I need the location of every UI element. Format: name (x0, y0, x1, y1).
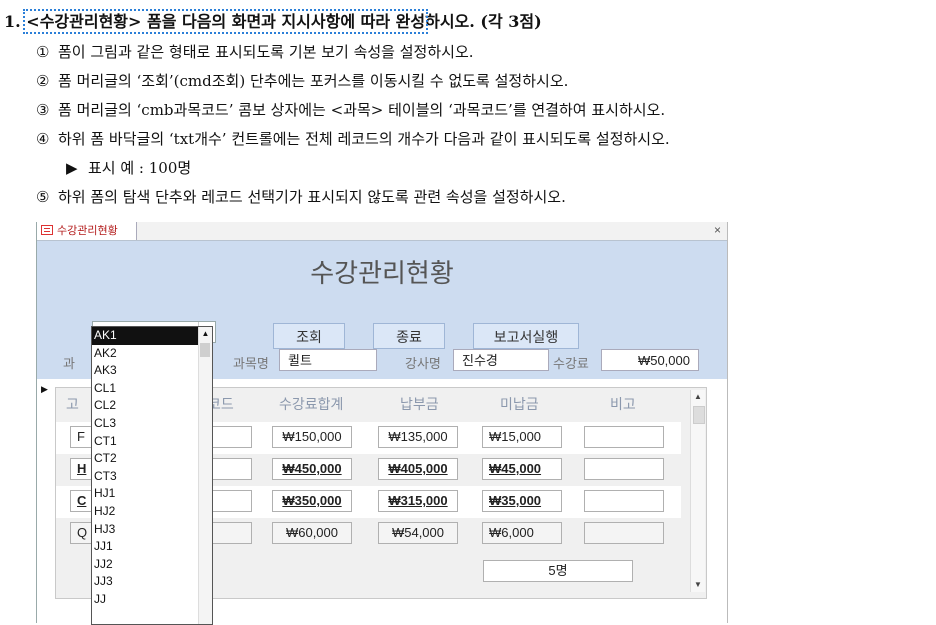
dropdown-option[interactable]: CL2 (92, 397, 212, 415)
instruction-mark: ② (36, 72, 50, 90)
dropdown-option[interactable]: AK1 (92, 327, 212, 345)
note-cell[interactable] (584, 458, 664, 480)
instruction-mark: ⑤ (36, 188, 50, 206)
dropdown-option[interactable]: AK3 (92, 362, 212, 380)
instruction-text: 폼 머리글의 ‘cmb과목코드’ 콤보 상자에는 <과목> 테이블의 ‘과목코드… (58, 101, 666, 119)
form-tab[interactable]: 수강관리현황 (37, 222, 137, 240)
dropdown-option[interactable]: JJ1 (92, 538, 212, 556)
scroll-thumb[interactable] (200, 343, 210, 357)
fee-field[interactable]: ₩50,000 (601, 349, 699, 371)
column-header: 비고 (610, 396, 636, 412)
question-title: 1. <수강관리현황> 폼을 다음의 화면과 지시사항에 따라 완성하시오. (… (4, 8, 542, 34)
scroll-down-icon[interactable]: ▼ (691, 578, 705, 592)
dropdown-option[interactable]: JJ3 (92, 573, 212, 591)
instruction-example: ▶ 표시 예 : 100명 (66, 157, 191, 178)
dropdown-option[interactable]: HJ1 (92, 485, 212, 503)
question-number: 1. (4, 12, 21, 31)
form-tab-label: 수강관리현황 (57, 225, 118, 237)
fee-label: 수강료 (553, 356, 589, 371)
instruction-text: 하위 폼 바닥글의 ‘txt개수’ 컨트롤에는 전체 레코드의 개수가 다음과 … (58, 130, 670, 148)
unpaid-cell[interactable]: ₩6,000 (482, 522, 562, 544)
paid-cell[interactable]: ₩54,000 (378, 522, 458, 544)
dropdown-option[interactable]: CL1 (92, 380, 212, 398)
paid-cell[interactable]: ₩405,000 (378, 458, 458, 480)
total-cell[interactable]: ₩450,000 (272, 458, 352, 480)
scroll-up-icon[interactable]: ▲ (199, 327, 212, 341)
query-button[interactable]: 조회 (273, 323, 345, 349)
scroll-up-icon[interactable]: ▲ (691, 390, 705, 404)
form-name: <수강관리현황> (26, 12, 142, 31)
unpaid-cell[interactable]: ₩45,000 (482, 458, 562, 480)
record-count-field[interactable]: 5명 (483, 560, 633, 582)
code-cell[interactable] (210, 522, 252, 544)
instruction-mark: ① (36, 43, 50, 61)
subject-name-field[interactable]: 퀼트 (279, 349, 377, 371)
instruction-text: 하위 폼의 탐색 단추와 레코드 선택기가 표시되지 않도록 관련 속성을 설정… (58, 188, 566, 206)
dropdown-option[interactable]: CL3 (92, 415, 212, 433)
instruction-2: ② 폼 머리글의 ‘조회’(cmd조회) 단추에는 포커스를 이동시킬 수 없도록… (36, 70, 568, 91)
dropdown-option[interactable]: HJ3 (92, 521, 212, 539)
unpaid-cell[interactable]: ₩35,000 (482, 490, 562, 512)
triangle-bullet-icon: ▶ (66, 159, 78, 177)
instruction-5: ⑤ 하위 폼의 탐색 단추와 레코드 선택기가 표시되지 않도록 관련 속성을 설… (36, 186, 566, 207)
paid-cell[interactable]: ₩315,000 (378, 490, 458, 512)
dropdown-option[interactable]: CT1 (92, 433, 212, 451)
report-button[interactable]: 보고서실행 (473, 323, 579, 349)
instruction-text: 폼이 그림과 같은 형태로 표시되도록 기본 보기 속성을 설정하시오. (58, 43, 474, 61)
unpaid-cell[interactable]: ₩15,000 (482, 426, 562, 448)
close-icon[interactable]: × (714, 223, 721, 237)
exit-button[interactable]: 종료 (373, 323, 445, 349)
form-title: 수강관리현황 (310, 258, 454, 288)
subject-code-label: 과 (63, 356, 75, 371)
column-header: 납부금 (400, 396, 439, 412)
scroll-thumb[interactable] (693, 406, 705, 424)
total-cell[interactable]: ₩60,000 (272, 522, 352, 544)
instructor-field[interactable]: 진수경 (453, 349, 549, 371)
code-cell[interactable] (210, 426, 252, 448)
total-cell[interactable]: ₩350,000 (272, 490, 352, 512)
total-cell[interactable]: ₩150,000 (272, 426, 352, 448)
record-selector-arrow-icon: ▶ (41, 384, 48, 394)
dropdown-option[interactable]: JJ2 (92, 556, 212, 574)
tab-bar: 수강관리현황 × (37, 222, 727, 241)
question-title-part-b: 하시오. (각 3점) (425, 12, 542, 31)
instruction-text: 표시 예 : 100명 (88, 159, 192, 177)
instruction-4: ④ 하위 폼 바닥글의 ‘txt개수’ 컨트롤에는 전체 레코드의 개수가 다음과… (36, 128, 670, 149)
code-cell[interactable] (210, 490, 252, 512)
column-header: 미납금 (500, 396, 539, 412)
column-header: 고 (66, 396, 79, 412)
instruction-mark: ③ (36, 101, 50, 119)
note-cell[interactable] (584, 426, 664, 448)
instruction-mark: ④ (36, 130, 50, 148)
dropdown-option[interactable]: HJ2 (92, 503, 212, 521)
subject-code-dropdown[interactable]: AK1 AK2 AK3 CL1 CL2 CL3 CT1 CT2 CT3 HJ1 … (91, 326, 213, 625)
code-cell[interactable] (210, 458, 252, 480)
dropdown-option[interactable]: AK2 (92, 345, 212, 363)
column-header: 수강료합계 (279, 396, 344, 412)
instruction-1: ① 폼이 그림과 같은 형태로 표시되도록 기본 보기 속성을 설정하시오. (36, 41, 474, 62)
dropdown-scrollbar[interactable]: ▲ (198, 327, 212, 624)
instruction-3: ③ 폼 머리글의 ‘cmb과목코드’ 콤보 상자에는 <과목> 테이블의 ‘과목코… (36, 99, 665, 120)
instruction-text: 폼 머리글의 ‘조회’(cmd조회) 단추에는 포커스를 이동시킬 수 없도록 … (58, 72, 569, 90)
note-cell[interactable] (584, 490, 664, 512)
dropdown-option[interactable]: JJ (92, 591, 212, 609)
question-title-part-a: 폼을 다음의 화면과 지시사항에 따라 완성 (141, 12, 426, 31)
form-icon (41, 225, 53, 235)
dropdown-option[interactable]: CT3 (92, 468, 212, 486)
subject-name-label: 과목명 (233, 356, 269, 371)
instructor-label: 강사명 (405, 356, 441, 371)
note-cell[interactable] (584, 522, 664, 544)
subform-scrollbar[interactable]: ▲ ▼ (690, 390, 705, 592)
dropdown-option[interactable]: CT2 (92, 450, 212, 468)
paid-cell[interactable]: ₩135,000 (378, 426, 458, 448)
